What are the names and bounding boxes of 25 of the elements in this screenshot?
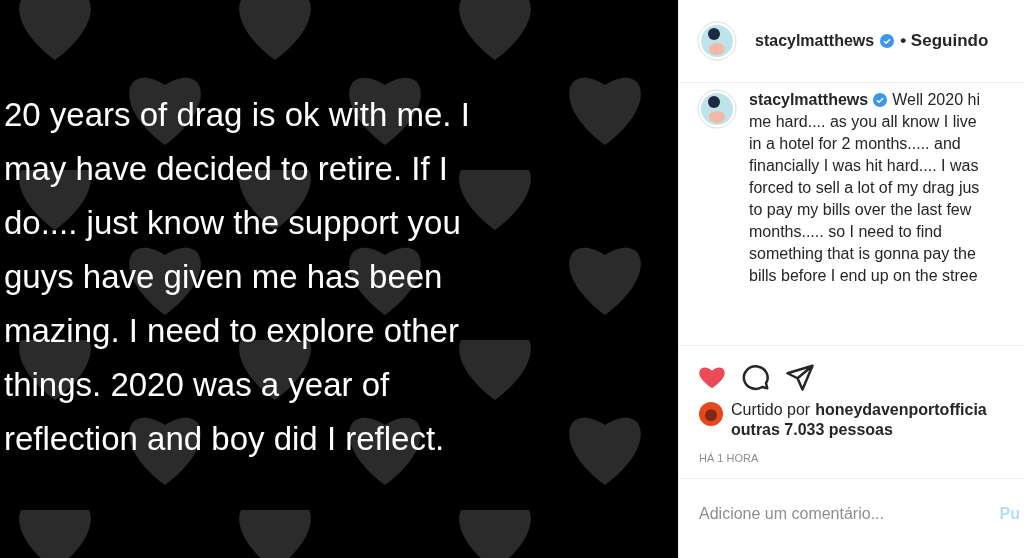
image-text-line: guys have given me has been bbox=[3, 257, 443, 297]
avatar-icon[interactable] bbox=[699, 402, 723, 426]
username-link[interactable]: honeydavenportofficia bbox=[815, 400, 987, 420]
image-text-line: do.... just know the support you bbox=[3, 203, 461, 243]
caption-text-line: something that is gonna pay the bbox=[749, 244, 977, 264]
image-text-line: mazing. I need to explore other bbox=[3, 311, 459, 351]
username-link[interactable]: stacylmatthews bbox=[749, 89, 869, 111]
caption-text-line: bills before I end up on the stree bbox=[749, 266, 979, 286]
avatar-icon[interactable] bbox=[697, 21, 737, 61]
caption-text-line: forced to sell a lot of my drag jus bbox=[749, 178, 980, 198]
caption-text-line: financially I was hit hard.... I was bbox=[749, 156, 980, 176]
image-text-line: may have decided to retire. If I bbox=[3, 149, 448, 189]
image-text-line: things. 2020 was a year of bbox=[3, 365, 390, 405]
image-text-line: 20 years of drag is ok with me. I bbox=[3, 95, 470, 135]
likes-count-link[interactable]: outras 7.033 pessoas bbox=[731, 420, 987, 440]
caption-text-line: to pay my bills over the last few bbox=[749, 200, 973, 220]
image-text-line: reflection and boy did I reflect. bbox=[3, 419, 445, 459]
caption-text-line: in a hotel for 2 months..... and bbox=[749, 134, 962, 154]
liked-by-text: Curtido por bbox=[731, 400, 811, 420]
following-button[interactable]: • Seguindo bbox=[900, 31, 989, 51]
caption-text-line: me hard.... as you all know I live bbox=[749, 112, 978, 132]
caption-text-line: months..... so I need to find bbox=[749, 222, 943, 242]
avatar-icon[interactable] bbox=[697, 89, 737, 129]
username-link[interactable]: stacylmatthews bbox=[755, 32, 875, 50]
caption-text-line: Well 2020 hi bbox=[892, 90, 980, 110]
